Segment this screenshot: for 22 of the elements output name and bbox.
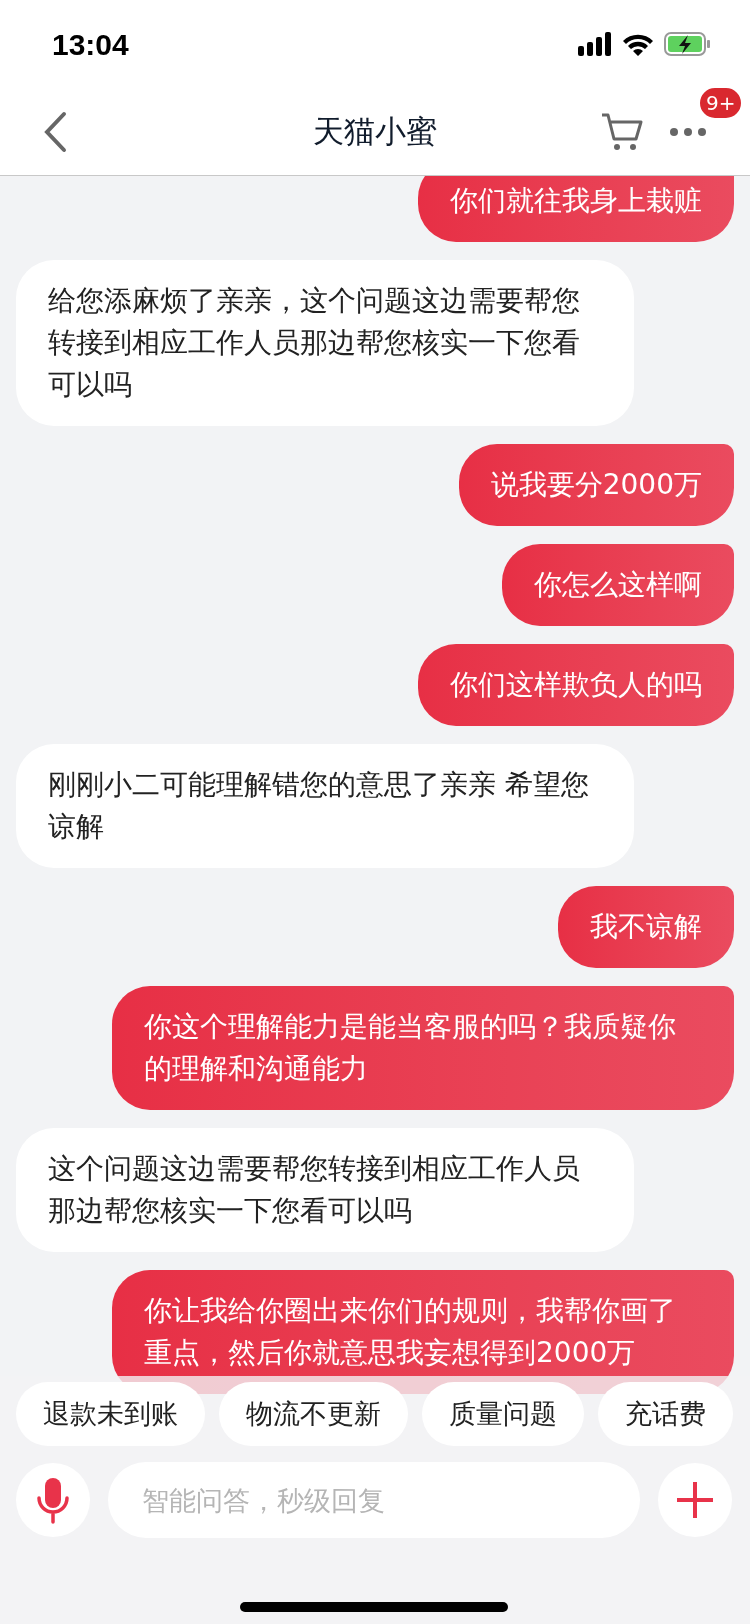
microphone-icon xyxy=(35,1476,71,1524)
quick-reply-chip[interactable]: 充话费 xyxy=(598,1382,733,1446)
notification-badge: 9+ xyxy=(698,86,744,120)
sent-message-bubble: 你们就往我身上栽赃 xyxy=(418,176,734,242)
sent-message-bubble: 我不谅解 xyxy=(558,886,734,968)
sent-message-bubble: 说我要分2000万 xyxy=(458,444,734,526)
received-message-bubble: 刚刚小二可能理解错您的意思了亲亲 希望您谅解 xyxy=(16,744,634,868)
message-input-field[interactable]: 智能问答，秒级回复 xyxy=(108,1462,640,1538)
sent-message-bubble: 你们这样欺负人的吗 xyxy=(418,644,734,726)
sent-message-bubble: 你这个理解能力是能当客服的吗？我质疑你的理解和沟通能力 xyxy=(112,986,734,1110)
battery-charging-icon xyxy=(664,32,710,56)
wifi-icon xyxy=(622,32,654,56)
quick-reply-chip[interactable]: 物流不更新 xyxy=(219,1382,408,1446)
received-message-bubble: 给您添麻烦了亲亲，这个问题这边需要帮您转接到相应工作人员那边帮您核实一下您看可以吗 xyxy=(16,260,634,426)
quick-reply-chip[interactable]: 退款未到账 xyxy=(16,1382,205,1446)
signal-icon xyxy=(578,32,612,56)
sent-message-bubble: 你怎么这样啊 xyxy=(502,544,734,626)
status-time: 13:04 xyxy=(52,26,129,63)
plus-icon xyxy=(675,1480,715,1520)
received-message-bubble: 这个问题这边需要帮您转接到相应工作人员那边帮您核实一下您看可以吗 xyxy=(16,1128,634,1252)
quick-reply-chip[interactable]: 质量问题 xyxy=(422,1382,584,1446)
page-title: 天猫小蜜 xyxy=(313,112,437,152)
